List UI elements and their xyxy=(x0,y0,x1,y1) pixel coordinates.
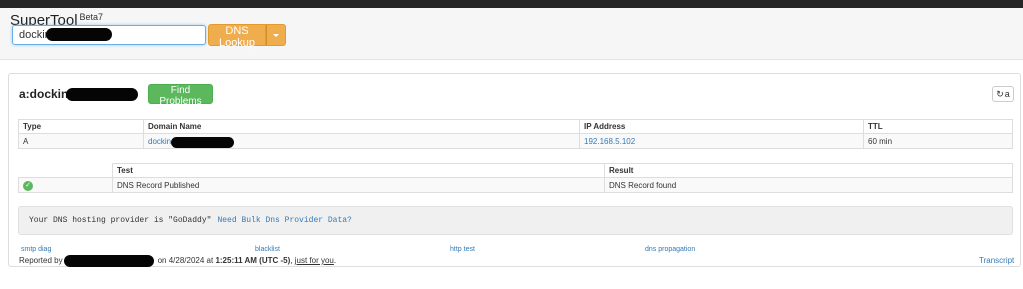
report-date: on 4/28/2024 at xyxy=(157,256,214,265)
smtp-diag-link[interactable]: smtp diag xyxy=(21,246,51,253)
dns-record-table: Type Domain Name IP Address TTL A dockin… xyxy=(18,119,1013,149)
transcript-link[interactable]: Transcript xyxy=(979,256,1014,265)
redaction-mark xyxy=(66,88,138,101)
lookup-options-dropdown[interactable] xyxy=(266,24,286,46)
blacklist-link[interactable]: blacklist xyxy=(255,246,280,253)
just-for-you-link[interactable]: just for you xyxy=(295,256,334,265)
refresh-icon: ↻ xyxy=(996,88,1004,99)
period: . xyxy=(333,256,337,265)
table-row: A docking. 192.168.5.102 60 min xyxy=(18,133,1013,149)
find-problems-button[interactable]: Find Problems xyxy=(148,84,213,107)
top-bar xyxy=(0,0,1023,8)
redaction-mark xyxy=(171,137,234,148)
ip-link[interactable]: 192.168.5.102 xyxy=(584,137,635,146)
redaction-mark xyxy=(64,255,154,267)
column-header: Test xyxy=(112,163,605,178)
record-ttl: 60 min xyxy=(863,133,1013,149)
bulk-dns-provider-link[interactable]: Need Bulk Dns Provider Data? xyxy=(217,216,351,225)
dns-provider-note: Your DNS hosting provider is "GoDaddy" N… xyxy=(18,206,1013,235)
table-header-row: Test Result xyxy=(19,163,1013,178)
report-time: 1:25:11 AM (UTC -5) xyxy=(215,256,291,265)
caret-down-icon xyxy=(273,33,279,37)
reported-by-label: Reported by xyxy=(19,256,63,265)
test-results-table: Test Result ✓ DNS Record Published DNS R… xyxy=(18,163,1013,193)
table-row: ✓ DNS Record Published DNS Record found xyxy=(18,177,1013,193)
column-header: IP Address xyxy=(579,119,864,134)
column-header: Domain Name xyxy=(143,119,580,134)
brand-version: Beta7 xyxy=(79,12,104,22)
http-test-link[interactable]: http test xyxy=(450,246,475,253)
dns-propagation-link[interactable]: dns propagation xyxy=(645,246,695,253)
provider-text: Your DNS hosting provider is "GoDaddy" xyxy=(29,216,212,225)
dns-lookup-button[interactable]: DNS Lookup xyxy=(208,24,266,49)
table-header-row: Type Domain Name IP Address TTL xyxy=(18,119,1013,134)
redaction-mark xyxy=(46,28,112,41)
column-header: Result xyxy=(604,163,1013,178)
test-result: DNS Record found xyxy=(604,177,1013,193)
column-header: TTL xyxy=(863,119,1013,134)
test-name: DNS Record Published xyxy=(112,177,605,193)
column-header: Type xyxy=(18,119,144,134)
column-header xyxy=(19,164,113,178)
refresh-button[interactable]: ↻ a xyxy=(992,86,1014,102)
record-type: A xyxy=(18,133,144,149)
refresh-label: a xyxy=(1004,89,1010,99)
separator: , xyxy=(290,256,293,265)
check-circle-icon: ✓ xyxy=(23,180,33,191)
